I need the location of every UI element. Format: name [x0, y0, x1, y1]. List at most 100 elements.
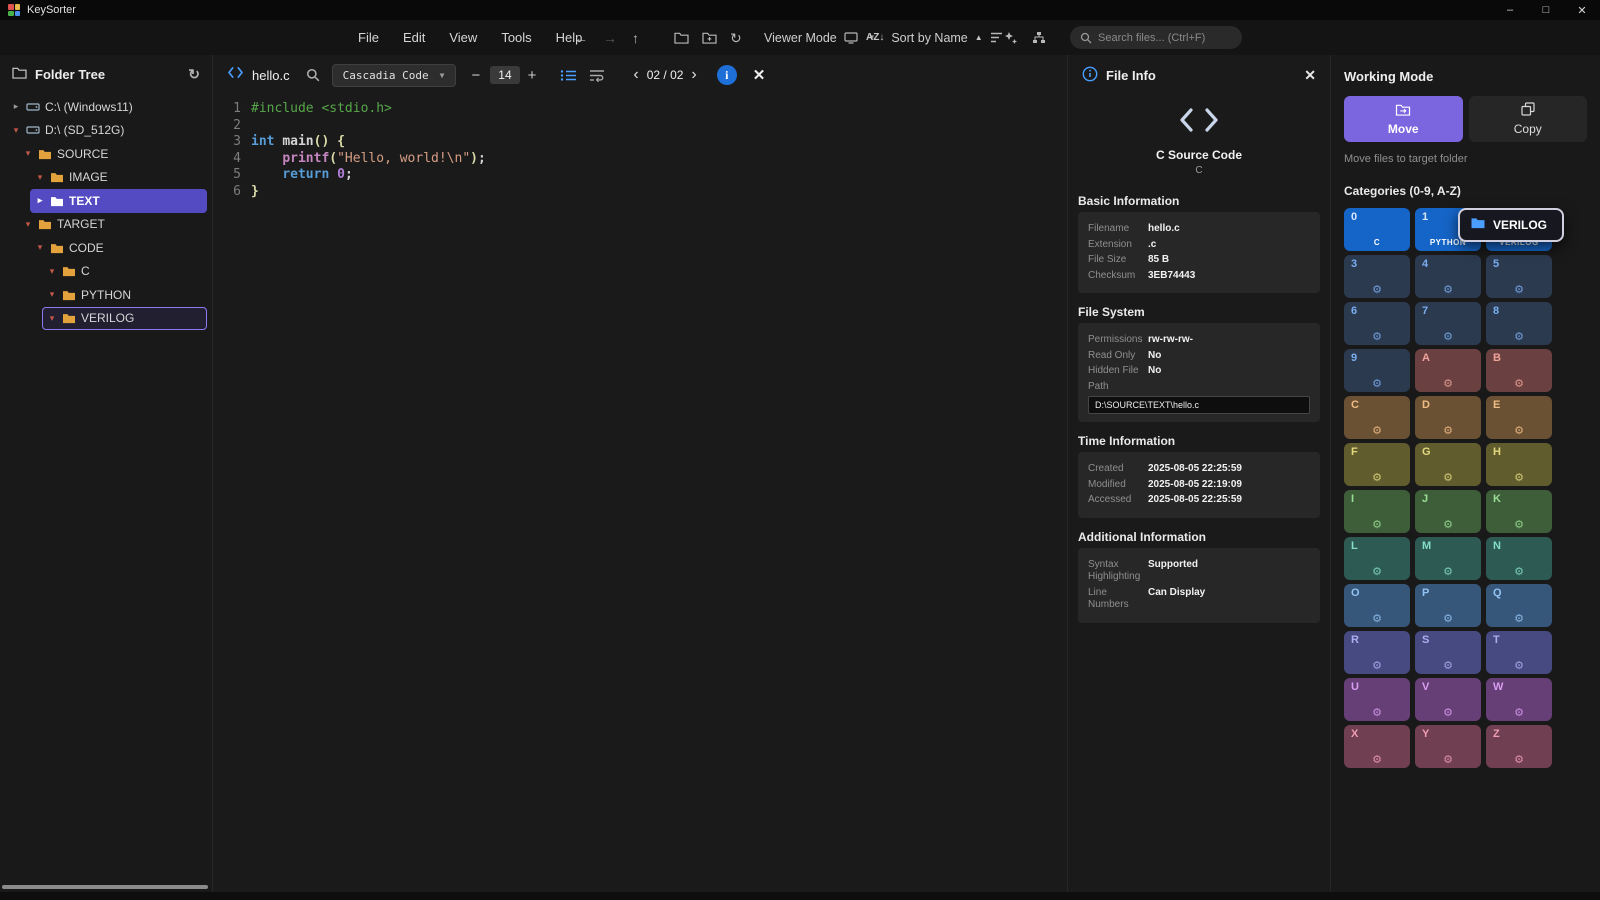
up-icon[interactable]: ↑ [632, 31, 639, 45]
maximize-button[interactable]: □ [1528, 0, 1564, 20]
category-tile-x[interactable]: X⚙ [1344, 725, 1410, 768]
sidebar-horizontal-scrollbar[interactable] [0, 884, 213, 890]
search-input[interactable] [1098, 32, 1232, 44]
word-wrap-toggle-icon[interactable] [589, 69, 605, 82]
chevron-down-icon[interactable]: ▾ [11, 125, 21, 136]
category-tile-i[interactable]: I⚙ [1344, 490, 1410, 533]
move-mode-button[interactable]: Move [1344, 96, 1463, 142]
chevron-down-icon[interactable]: ▾ [35, 172, 45, 183]
category-tile-g[interactable]: G⚙ [1415, 443, 1481, 486]
refresh-tree-icon[interactable]: ↻ [188, 66, 200, 83]
tree-item-d-sd-512g[interactable]: ▾D:\ (SD_512G) [6, 119, 207, 143]
tree-item-python[interactable]: ▾PYTHON [42, 283, 207, 307]
category-tile-5[interactable]: 5⚙ [1486, 255, 1552, 298]
tree-item-source[interactable]: ▾SOURCE [18, 142, 207, 166]
category-tile-6[interactable]: 6⚙ [1344, 302, 1410, 345]
category-tile-q[interactable]: Q⚙ [1486, 584, 1552, 627]
info-row: Line NumbersCan Display [1088, 587, 1310, 612]
category-tile-4[interactable]: 4⚙ [1415, 255, 1481, 298]
category-tile-p[interactable]: P⚙ [1415, 584, 1481, 627]
menu-view[interactable]: View [447, 28, 479, 47]
sort-direction-icon[interactable]: ▲ [975, 34, 983, 42]
minimize-button[interactable]: – [1492, 0, 1528, 20]
open-folder-icon[interactable] [674, 31, 689, 44]
category-tile-v[interactable]: V⚙ [1415, 678, 1481, 721]
category-tile-s[interactable]: S⚙ [1415, 631, 1481, 674]
font-size-decrease-button[interactable]: − [468, 67, 485, 84]
tile-key: A [1422, 352, 1430, 364]
category-tile-o[interactable]: O⚙ [1344, 584, 1410, 627]
path-value[interactable]: D:\SOURCE\TEXT\hello.c [1088, 396, 1310, 414]
font-size-increase-button[interactable]: + [524, 67, 541, 84]
category-tile-e[interactable]: E⚙ [1486, 396, 1552, 439]
prev-file-icon[interactable]: ‹ [631, 66, 640, 84]
category-tile-j[interactable]: J⚙ [1415, 490, 1481, 533]
category-tile-0[interactable]: 0C [1344, 208, 1410, 251]
category-tile-z[interactable]: Z⚙ [1486, 725, 1552, 768]
menu-edit[interactable]: Edit [401, 28, 427, 47]
category-tile-b[interactable]: B⚙ [1486, 349, 1552, 392]
category-tile-8[interactable]: 8⚙ [1486, 302, 1552, 345]
sort-lines-icon[interactable] [990, 32, 1003, 43]
category-tile-a[interactable]: A⚙ [1415, 349, 1481, 392]
line-numbers-toggle-icon[interactable] [560, 69, 577, 82]
close-file-info-button[interactable]: ✕ [1304, 67, 1316, 84]
chevron-down-icon[interactable]: ▾ [47, 266, 57, 277]
font-family-select[interactable]: Cascadia Code ▼ [332, 64, 456, 87]
category-tile-d[interactable]: D⚙ [1415, 396, 1481, 439]
gear-icon: ⚙ [1443, 424, 1453, 437]
az-sort-icon[interactable]: AZ↓ [866, 33, 884, 43]
category-tile-h[interactable]: H⚙ [1486, 443, 1552, 486]
tree-item-image[interactable]: ▾IMAGE [30, 166, 207, 190]
chevron-down-icon[interactable]: ▾ [23, 148, 33, 159]
file-info-toggle-button[interactable]: i [717, 65, 737, 85]
category-tile-l[interactable]: L⚙ [1344, 537, 1410, 580]
chevron-down-icon[interactable]: ▾ [47, 289, 57, 300]
folder-icon [62, 265, 76, 277]
chevron-down-icon[interactable]: ▾ [23, 219, 33, 230]
scrollbar-thumb[interactable] [2, 885, 208, 889]
category-tile-t[interactable]: T⚙ [1486, 631, 1552, 674]
search-box[interactable] [1070, 26, 1242, 49]
info-value: Supported [1148, 559, 1198, 572]
chevron-down-icon[interactable]: ▾ [47, 313, 57, 324]
category-tile-k[interactable]: K⚙ [1486, 490, 1552, 533]
tree-item-target[interactable]: ▾TARGET [18, 213, 207, 237]
copy-mode-button[interactable]: Copy [1469, 96, 1588, 142]
next-file-icon[interactable]: › [689, 66, 698, 84]
category-tile-n[interactable]: N⚙ [1486, 537, 1552, 580]
category-tile-c[interactable]: C⚙ [1344, 396, 1410, 439]
chevron-right-icon[interactable]: ▸ [11, 101, 21, 112]
category-tile-f[interactable]: F⚙ [1344, 443, 1410, 486]
tree-item-text[interactable]: ▸TEXT [30, 189, 207, 213]
tree-item-c[interactable]: ▾C [42, 260, 207, 284]
sort-by-name-label[interactable]: Sort by Name [891, 31, 967, 45]
display-mode-icon[interactable] [844, 32, 858, 44]
category-tile-m[interactable]: M⚙ [1415, 537, 1481, 580]
category-tile-u[interactable]: U⚙ [1344, 678, 1410, 721]
chevron-down-icon[interactable]: ▾ [35, 242, 45, 253]
category-tile-7[interactable]: 7⚙ [1415, 302, 1481, 345]
category-tile-3[interactable]: 3⚙ [1344, 255, 1410, 298]
file-type-block: C Source Code C [1068, 95, 1330, 182]
category-tile-r[interactable]: R⚙ [1344, 631, 1410, 674]
tree-item-code[interactable]: ▾CODE [30, 236, 207, 260]
new-folder-icon[interactable] [702, 31, 717, 44]
category-tile-9[interactable]: 9⚙ [1344, 349, 1410, 392]
find-in-file-icon[interactable] [306, 68, 320, 82]
menu-tools[interactable]: Tools [499, 28, 533, 47]
code-viewer-panel: hello.c Cascadia Code ▼ − 14 + ‹ 02 / 02… [213, 55, 1067, 892]
forward-icon[interactable]: → [603, 31, 617, 45]
tree-item-verilog[interactable]: ▾VERILOG [42, 307, 207, 331]
chevron-right-icon[interactable]: ▸ [35, 195, 45, 206]
category-tile-y[interactable]: Y⚙ [1415, 725, 1481, 768]
close-viewer-button[interactable]: ✕ [753, 66, 766, 84]
menu-file[interactable]: File [356, 28, 381, 47]
category-tree-icon[interactable] [1032, 31, 1046, 44]
refresh-icon[interactable]: ↻ [730, 31, 742, 45]
auto-sort-sparkles-icon[interactable] [1004, 31, 1018, 45]
category-tile-w[interactable]: W⚙ [1486, 678, 1552, 721]
back-icon[interactable]: ← [574, 31, 588, 45]
close-button[interactable]: ✕ [1564, 0, 1600, 20]
tree-item-c-windows11[interactable]: ▸C:\ (Windows11) [6, 95, 207, 119]
